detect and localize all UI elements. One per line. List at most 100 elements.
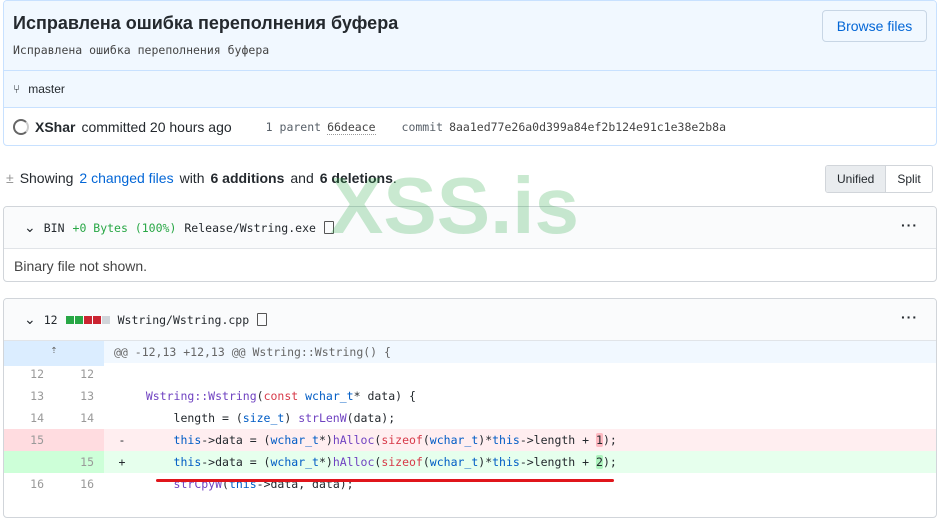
chevron-down-icon[interactable]: ⌄ xyxy=(24,311,36,328)
code-line: 14 14 length = (size_t) strLenW(data); xyxy=(4,407,936,429)
diff-summary: ± Showing 2 changed files with 6 additio… xyxy=(6,170,397,186)
code-token: ( xyxy=(256,389,264,403)
code-token: ) xyxy=(284,411,299,425)
code-token: ( xyxy=(422,433,430,447)
diffstat-bars xyxy=(65,315,110,324)
new-line-number[interactable]: 13 xyxy=(54,385,104,407)
split-button[interactable]: Split xyxy=(886,166,931,192)
code-token: *) xyxy=(318,433,333,447)
more-options-button[interactable]: ··· xyxy=(901,217,918,233)
chevron-down-icon[interactable]: ⌄ xyxy=(24,219,36,236)
author-name[interactable]: XShar xyxy=(35,119,75,135)
commit-time: committed 20 hours ago xyxy=(81,119,232,135)
old-line-number[interactable] xyxy=(4,451,54,473)
avatar[interactable] xyxy=(13,119,29,135)
binary-notice: Binary file not shown. xyxy=(14,258,148,274)
code-token: )* xyxy=(478,455,493,469)
code-token: ( xyxy=(422,455,430,469)
code-token: ->length + xyxy=(519,433,596,447)
summary-text: Showing xyxy=(19,170,74,186)
file-diff-cpp: ⌄ 12 Wstring/Wstring.cpp ··· ⇡ @@ -12,13… xyxy=(3,298,937,518)
code-token: )* xyxy=(478,433,493,447)
summary-period: . xyxy=(392,170,397,186)
code-lines: 12 12 13 13 Wstring::Wstring(const wchar_t*… xyxy=(4,363,936,495)
code-content: Wstring::Wstring(const wchar_t* data) { xyxy=(132,389,416,403)
red-underline-annotation xyxy=(156,479,614,482)
changes-count: 12 xyxy=(43,312,58,327)
old-line-number[interactable]: 13 xyxy=(4,385,54,407)
code-token: wchar_t xyxy=(429,455,479,469)
code-line: 13 13 Wstring::Wstring(const wchar_t* dat… xyxy=(4,385,936,407)
author-row: XShar committed 20 hours ago 1 parent 66… xyxy=(4,107,936,145)
changed-files-link[interactable]: 2 changed files xyxy=(79,170,173,186)
summary-text: with xyxy=(179,170,205,186)
unified-button[interactable]: Unified xyxy=(826,166,887,192)
branch-icon: ⑂ xyxy=(13,82,21,96)
code-line: 15- this->data = (wchar_t*)hAlloc(sizeof… xyxy=(4,429,936,451)
code-token: sizeof xyxy=(381,455,423,469)
diffstat-block xyxy=(83,315,92,324)
old-line-number[interactable]: 15 xyxy=(4,429,54,451)
code-token: size_t xyxy=(242,411,285,425)
code-token: ->length + xyxy=(519,455,596,469)
view-toggle: Unified Split xyxy=(825,165,933,193)
code-token: wchar_t xyxy=(429,433,479,447)
diff-icon: ± xyxy=(6,170,14,186)
file-stat: +0 Bytes (100%) xyxy=(72,220,177,235)
code-token: *) xyxy=(318,455,333,469)
file-path[interactable]: Release/Wstring.exe xyxy=(184,221,316,235)
code-line: 15 + this->data = (wchar_t*)hAlloc(sizeof… xyxy=(4,451,936,473)
old-line-number[interactable]: 14 xyxy=(4,407,54,429)
code-token: 2 xyxy=(596,455,603,469)
diff-sign: - xyxy=(118,433,126,447)
branch-name[interactable]: master xyxy=(28,82,65,96)
code-token: this xyxy=(492,433,520,447)
summary-text: and xyxy=(290,170,314,186)
new-line-number[interactable]: 12 xyxy=(54,363,104,385)
code-token: this xyxy=(173,433,202,447)
diffstat-block xyxy=(92,315,101,324)
diffstat-block xyxy=(65,315,74,324)
commit-label: commit xyxy=(401,120,444,134)
diffstat-block xyxy=(101,315,110,324)
code-line: 16 16 strCpyW(this->data, data); xyxy=(4,473,936,495)
code-token: * data) { xyxy=(353,389,416,403)
parent-sha-link[interactable]: 66deace xyxy=(327,120,376,135)
code-token: wchar_t xyxy=(270,433,319,447)
old-line-number[interactable]: 16 xyxy=(4,473,54,495)
old-line-number[interactable]: 12 xyxy=(4,363,54,385)
code-token: (data); xyxy=(346,411,396,425)
deletions-count: 6 deletions xyxy=(319,170,393,186)
commit-sha: 8aa1ed77e26a0d399a84ef2b124e91c1e38e2b8a xyxy=(449,120,727,134)
copy-path-icon[interactable] xyxy=(323,221,334,234)
browse-files-button[interactable]: Browse files xyxy=(822,10,927,42)
expand-up-icon[interactable]: ⇡ xyxy=(4,338,104,366)
new-line-number[interactable]: 15 xyxy=(54,451,104,473)
code-line: 12 12 xyxy=(4,363,936,385)
copy-path-icon[interactable] xyxy=(257,313,268,326)
code-token: strLenW xyxy=(298,411,347,425)
diffstat-block xyxy=(74,315,83,324)
file-path[interactable]: Wstring/Wstring.cpp xyxy=(118,313,250,327)
code-token: hAlloc xyxy=(332,455,375,469)
diff-sign: + xyxy=(118,455,126,469)
new-line-number[interactable]: 14 xyxy=(54,407,104,429)
code-token: ->data = ( xyxy=(201,433,271,447)
code-token: 1 xyxy=(596,433,603,447)
code-token: length = ( xyxy=(132,411,243,425)
branch-info: ⑂ master xyxy=(4,70,936,107)
code-token: ); xyxy=(602,455,617,469)
new-line-number[interactable]: 16 xyxy=(54,473,104,495)
code-token: this xyxy=(492,455,520,469)
code-token: const xyxy=(263,389,299,403)
additions-count: 6 additions xyxy=(210,170,285,186)
code-token: hAlloc xyxy=(332,433,375,447)
code-token: Wstring::Wstring xyxy=(145,389,257,403)
more-options-button[interactable]: ··· xyxy=(901,309,918,325)
code-content: this->data = (wchar_t*)hAlloc(sizeof(wch… xyxy=(132,433,617,447)
hunk-text: @@ -12,13 +12,13 @@ Wstring::Wstring() { xyxy=(114,345,391,359)
code-token: wchar_t xyxy=(270,455,319,469)
new-line-number[interactable] xyxy=(54,429,104,451)
